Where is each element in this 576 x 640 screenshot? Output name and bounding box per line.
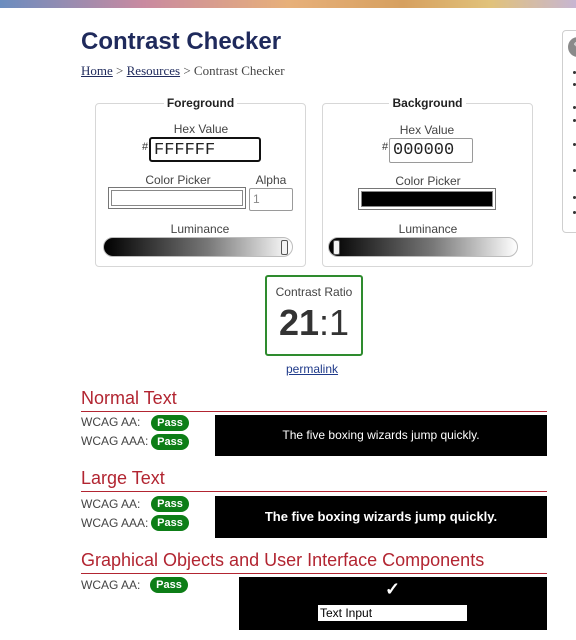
ratio-major: 21 xyxy=(278,302,319,343)
fg-luminance-label: Luminance xyxy=(170,222,230,236)
graphical-objects-heading: Graphical Objects and User Interface Com… xyxy=(81,550,547,574)
large-aa-pass-badge: Pass xyxy=(151,496,189,512)
background-legend: Background xyxy=(392,96,463,110)
breadcrumb: Home > Resources > Contrast Checker xyxy=(81,63,285,79)
fg-slider-thumb[interactable] xyxy=(281,240,288,255)
foreground-color-picker[interactable] xyxy=(108,187,246,209)
page-title: Contrast Checker xyxy=(81,28,282,55)
fg-hash: # xyxy=(142,141,149,153)
fg-color-picker-label: Color Picker xyxy=(145,173,211,187)
bg-luminance-label: Luminance xyxy=(398,222,458,236)
background-hex-input[interactable]: 000000 xyxy=(389,138,473,163)
breadcrumb-separator: > xyxy=(180,63,194,78)
info-icon: ✎ xyxy=(568,37,576,57)
foreground-luminance-slider[interactable] xyxy=(103,237,293,257)
normal-aa-label: WCAG AA: xyxy=(81,415,141,429)
breadcrumb-resources-link[interactable]: Resources xyxy=(127,63,180,78)
contrast-ratio-value: 21:1 xyxy=(267,302,361,344)
normal-text-sample: The five boxing wizards jump quickly. xyxy=(215,415,547,456)
normal-aa-pass-badge: Pass xyxy=(151,415,189,431)
side-info-panel: ✎ xyxy=(562,30,576,233)
fg-hex-label: Hex Value xyxy=(173,122,229,136)
foreground-hex-input[interactable]: FFFFFF xyxy=(149,137,261,162)
breadcrumb-separator: > xyxy=(112,63,127,78)
large-aaa-pass-badge: Pass xyxy=(151,515,189,531)
background-luminance-slider[interactable] xyxy=(328,237,518,257)
alpha-input[interactable]: 1 xyxy=(249,188,293,211)
large-aa-label: WCAG AA: xyxy=(81,497,141,511)
checkmark-icon: ✓ xyxy=(385,579,401,599)
normal-aaa-label: WCAG AAA: xyxy=(81,434,149,448)
graphical-aa-label: WCAG AA: xyxy=(81,578,141,592)
bg-swatch-fill xyxy=(361,191,493,207)
breadcrumb-home-link[interactable]: Home xyxy=(81,63,113,78)
ratio-minor: :1 xyxy=(319,302,350,343)
fg-alpha-label: Alpha xyxy=(255,173,287,187)
contrast-ratio-box: Contrast Ratio 21:1 xyxy=(265,275,363,356)
fg-swatch-fill xyxy=(111,190,243,206)
bg-hex-label: Hex Value xyxy=(399,123,455,137)
normal-text-heading: Normal Text xyxy=(81,388,547,412)
large-aaa-label: WCAG AAA: xyxy=(81,516,149,530)
permalink-link[interactable]: permalink xyxy=(286,362,338,376)
bg-color-picker-label: Color Picker xyxy=(395,174,461,188)
contrast-ratio-label: Contrast Ratio xyxy=(275,285,353,299)
top-decorative-band xyxy=(0,0,576,8)
graphical-aa-pass-badge: Pass xyxy=(150,577,188,593)
foreground-legend: Foreground xyxy=(166,96,235,110)
sample-text-input[interactable]: Text Input xyxy=(317,604,468,622)
breadcrumb-current: Contrast Checker xyxy=(193,63,285,78)
ui-component-sample: ✓ Text Input xyxy=(239,577,547,630)
bg-hash: # xyxy=(382,141,389,153)
background-color-picker[interactable] xyxy=(358,188,496,210)
normal-aaa-pass-badge: Pass xyxy=(151,434,189,450)
large-text-heading: Large Text xyxy=(81,468,547,492)
large-text-sample: The five boxing wizards jump quickly. xyxy=(215,496,547,538)
bg-slider-thumb[interactable] xyxy=(333,240,340,255)
